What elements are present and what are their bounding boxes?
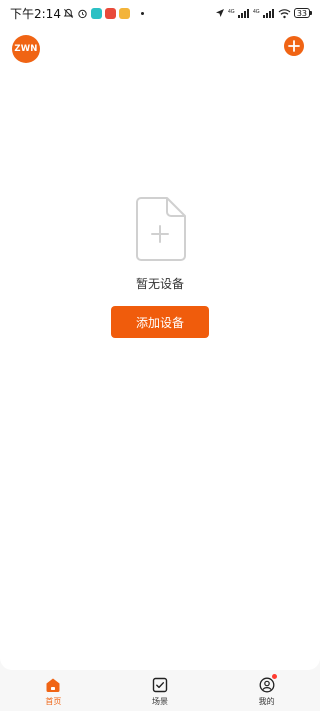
signal-icon-2: 4G <box>253 8 274 18</box>
tab-home[interactable]: 首页 <box>0 670 107 711</box>
wifi-icon <box>278 8 291 18</box>
notification-badge <box>271 674 277 679</box>
tab-profile[interactable]: 我的 <box>213 670 320 711</box>
signal-icon: 4G <box>228 8 249 18</box>
tab-scene[interactable]: 场景 <box>107 670 214 711</box>
app-logo: ZWN <box>12 35 40 63</box>
plus-icon <box>288 40 300 52</box>
app-notification-icon <box>104 7 116 19</box>
status-notification-icons <box>63 7 144 19</box>
status-time: 下午2:14 <box>10 6 61 21</box>
location-icon <box>215 9 224 17</box>
app-notification-icon <box>90 7 102 19</box>
svg-text:4G: 4G <box>228 9 235 15</box>
profile-icon <box>259 677 275 693</box>
svg-text:4G: 4G <box>253 9 260 15</box>
empty-document-add-icon <box>136 197 186 261</box>
mute-bell-icon <box>63 8 74 18</box>
home-icon <box>46 678 60 692</box>
main-content: ZWN 暂无设备 添加设备 <box>0 26 320 670</box>
add-device-button[interactable]: 添加设备 <box>111 306 209 338</box>
tab-scene-label: 场景 <box>152 697 168 706</box>
app-screen: 下午2:14 4G 4G 33 ZWN 暂无设备 添加设备 首页 场景 我的 <box>0 0 320 711</box>
status-system-icons: 4G 4G 33 <box>215 8 313 19</box>
tab-home-label: 首页 <box>45 697 62 706</box>
app-notification-icon <box>118 7 130 19</box>
profile-icon-wrapper <box>259 674 277 693</box>
alarm-clock-icon <box>78 9 87 18</box>
scene-checkbox-icon <box>152 677 168 693</box>
empty-state-message: 暂无设备 <box>135 277 184 291</box>
status-bar: 下午2:14 4G 4G 33 <box>0 0 320 26</box>
bottom-nav: 首页 场景 我的 <box>0 670 320 711</box>
tab-profile-label: 我的 <box>258 697 275 706</box>
battery-icon: 33 <box>293 8 313 18</box>
more-notifications-dot <box>140 11 144 15</box>
add-device-plus-button[interactable] <box>284 36 304 56</box>
